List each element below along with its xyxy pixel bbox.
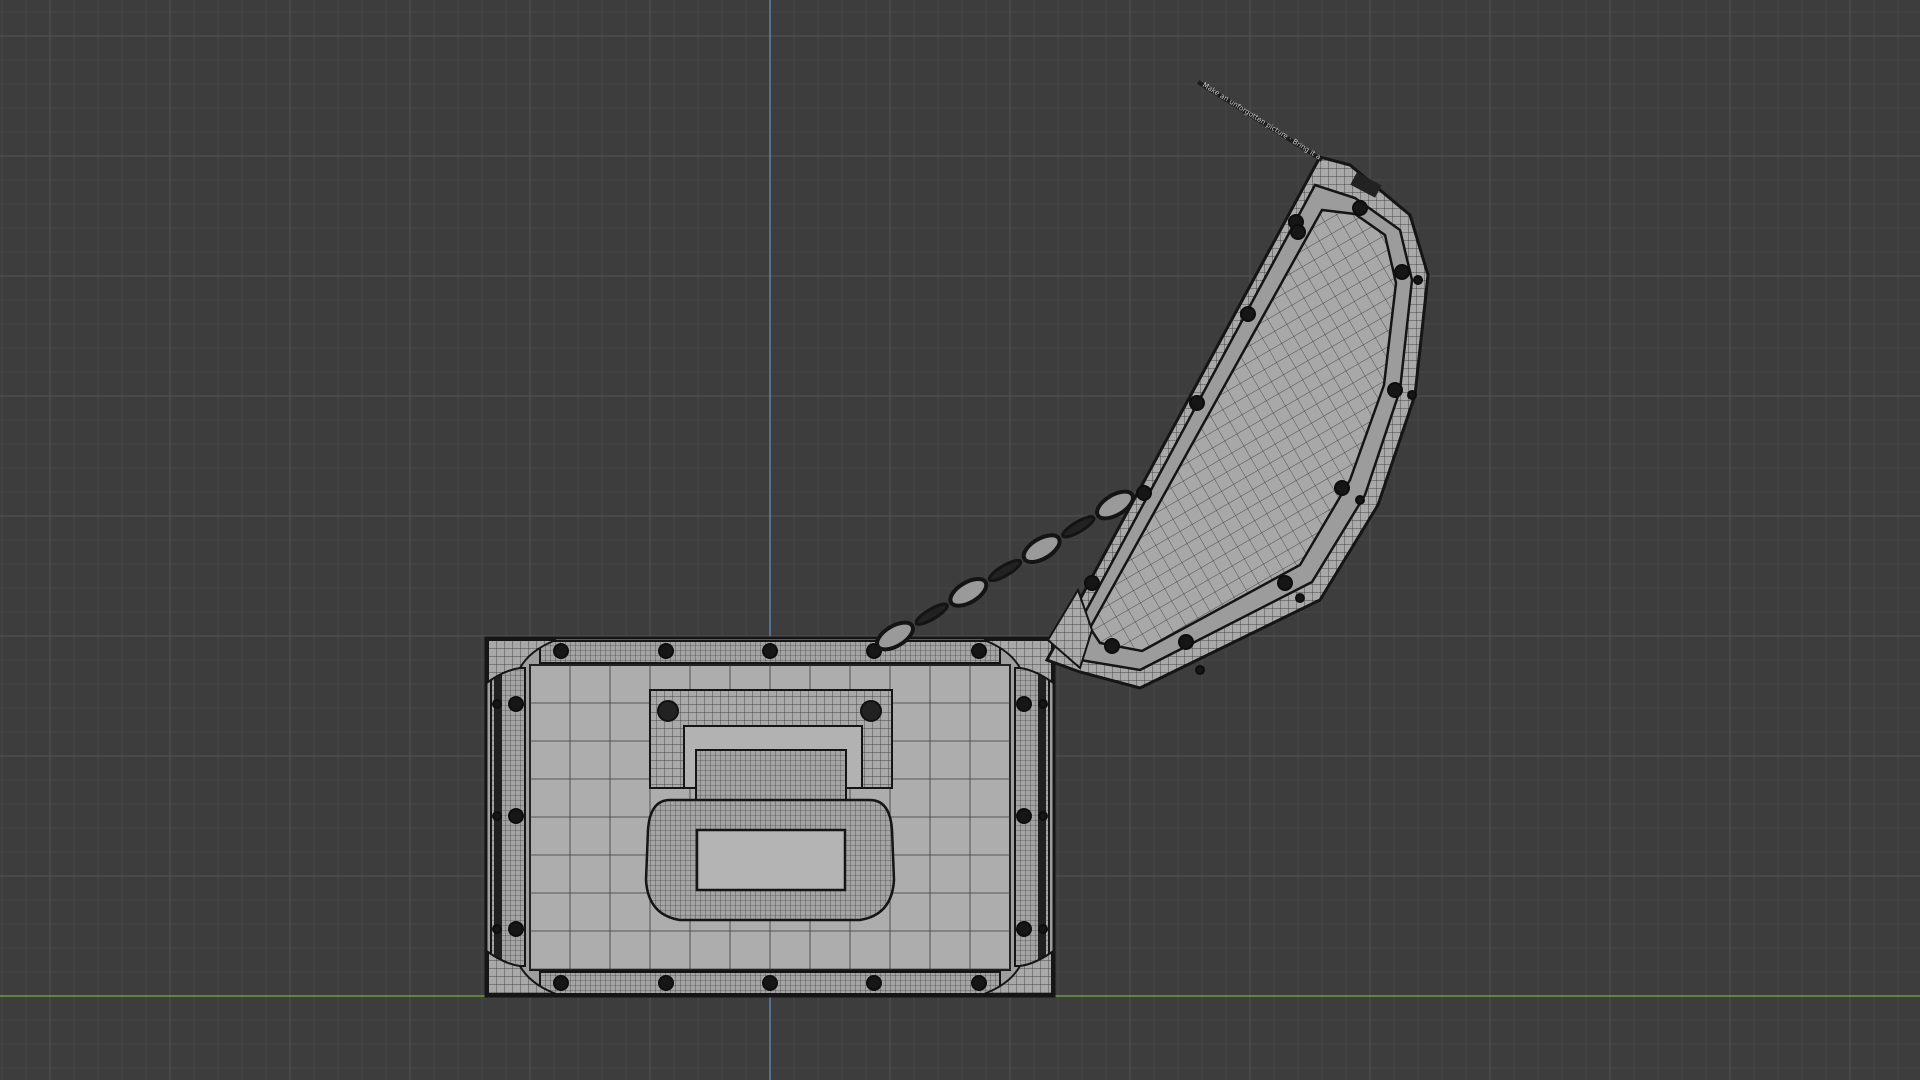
rivet (1277, 575, 1293, 591)
rivet (1016, 696, 1032, 712)
rivet (1413, 275, 1423, 285)
rivet (508, 921, 524, 937)
rivet (1355, 495, 1365, 505)
rivet (971, 643, 987, 659)
chain-link (987, 558, 1023, 583)
rivet (1189, 395, 1205, 411)
rivet (1407, 390, 1417, 400)
rivet (1038, 699, 1048, 709)
rivet (1038, 811, 1048, 821)
rivet (1394, 264, 1410, 280)
chain-link (1061, 515, 1096, 539)
lid-tag-text: Make an unforgotten picture · Bring it a… (1201, 81, 1330, 166)
rivet (1334, 480, 1350, 496)
lock-rivet-left (657, 700, 679, 722)
lock-hasp (695, 749, 847, 801)
rivet (492, 699, 502, 709)
rivet (492, 924, 502, 934)
rivet (1178, 634, 1194, 650)
rivet (971, 975, 987, 991)
rivet (1352, 200, 1368, 216)
chain-link (948, 576, 989, 608)
rivet (492, 811, 502, 821)
chest-body[interactable] (484, 636, 1056, 998)
rivet (553, 643, 569, 659)
rivet (658, 643, 674, 659)
rivet (1290, 224, 1306, 240)
rivet (1240, 306, 1256, 322)
rivet (1038, 924, 1048, 934)
rivet (762, 975, 778, 991)
lock-assembly[interactable] (644, 689, 896, 922)
rivet (1016, 921, 1032, 937)
3d-viewport[interactable]: Make an unforgotten picture · Bring it a… (0, 0, 1920, 1080)
rivet (1136, 485, 1152, 501)
rivet (762, 643, 778, 659)
rivet (658, 975, 674, 991)
viewport-canvas[interactable]: Make an unforgotten picture · Bring it a… (0, 0, 1920, 1080)
rivet (1195, 665, 1205, 675)
rivet (1387, 382, 1403, 398)
chain-link (1021, 533, 1062, 565)
rivet (553, 975, 569, 991)
rivet (1104, 638, 1120, 654)
lock-rivet-right (860, 700, 882, 722)
rivet (866, 975, 882, 991)
rivet (1295, 593, 1305, 603)
rivet (508, 696, 524, 712)
rivet (1084, 575, 1100, 591)
rivet (1016, 808, 1032, 824)
chest-lid[interactable]: Make an unforgotten picture · Bring it a… (1044, 80, 1430, 690)
lock-handle-hole (695, 828, 847, 892)
chain-link (914, 602, 949, 626)
rivet (508, 808, 524, 824)
